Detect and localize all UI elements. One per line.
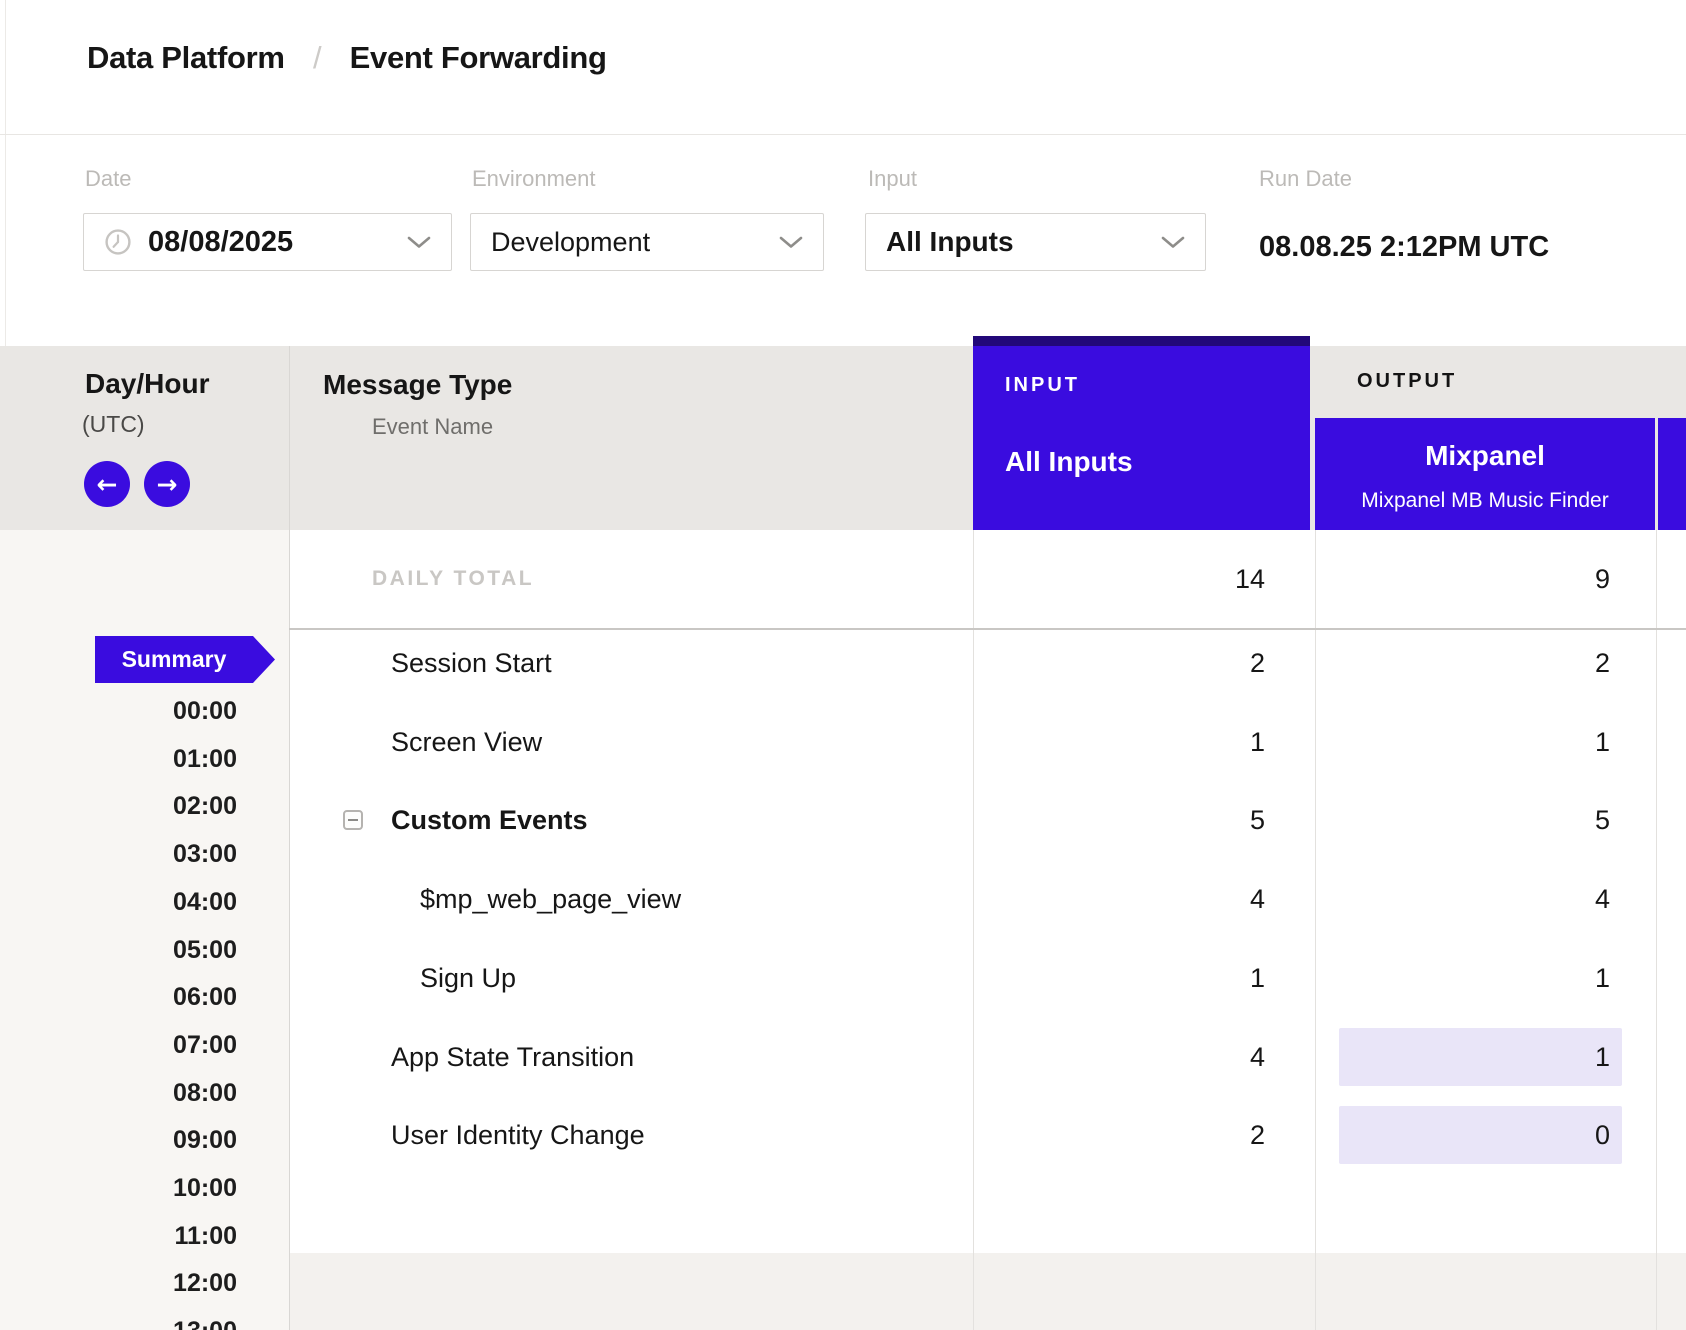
table-row-label: Screen View [391,727,542,758]
input-section-label: INPUT [1005,374,1080,397]
output-cell-value: 4 [1315,884,1610,915]
input-cell-value: 2 [973,1120,1265,1151]
run-date-value: 08.08.25 2:12PM UTC [1259,231,1549,264]
input-cell-value: 4 [973,884,1265,915]
sidebar-divider [289,346,290,1330]
chevron-down-icon [407,236,431,249]
input-cell-value: 1 [973,727,1265,758]
sidebar-item-hour[interactable]: 01:00 [0,745,237,774]
daily-total-output-value: 9 [1315,564,1610,595]
sidebar-item-hour[interactable]: 03:00 [0,840,237,869]
table-row-label: Custom Events [391,805,588,836]
page-title: Event Forwarding [350,40,607,75]
table-row-label: App State Transition [391,1042,634,1073]
arrow-left-icon: ← [97,472,118,497]
sidebar-item-hour[interactable]: 04:00 [0,888,237,917]
date-filter-label: Date [85,166,131,192]
input-value: All Inputs [886,226,1014,258]
clock-icon [104,228,132,256]
daily-total-label: DAILY TOTAL [372,567,534,591]
input-cell-value: 4 [973,1042,1265,1073]
table-row-label: Session Start [391,648,552,679]
breadcrumb-separator: / [313,40,321,75]
next-day-button[interactable]: → [144,461,190,507]
sidebar-item-hour[interactable]: 05:00 [0,936,237,965]
output-cell-value: 5 [1315,805,1610,836]
sidebar-item-hour[interactable]: 11:00 [0,1222,237,1251]
environment-dropdown[interactable]: Development [470,213,824,271]
input-column-selected-strip [973,336,1310,346]
output-cell-value: 2 [1315,648,1610,679]
input-dropdown[interactable]: All Inputs [865,213,1206,271]
message-type-subtitle: Event Name [372,414,493,440]
output-column-subtitle: Mixpanel MB Music Finder [1315,489,1655,513]
sidebar-item-hour[interactable]: 02:00 [0,792,237,821]
environment-filter-label: Environment [472,166,596,192]
sidebar-item-hour[interactable]: 07:00 [0,1031,237,1060]
chevron-down-icon [1161,236,1185,249]
day-hour-title: Day/Hour [85,368,209,400]
date-dropdown[interactable]: 08/08/2025 [83,213,452,271]
run-date-label: Run Date [1259,166,1352,192]
output-cell-value: 0 [1315,1120,1610,1151]
chevron-down-icon [779,236,803,249]
next-output-column-border [1656,530,1657,1330]
output-section-label: OUTPUT [1357,370,1457,393]
output-column-next-partial[interactable] [1658,418,1686,530]
input-cell-value: 5 [973,805,1265,836]
output-cell-value: 1 [1315,963,1610,994]
sidebar-item-hour[interactable]: 13:00 [0,1317,237,1330]
date-value: 08/08/2025 [148,226,293,259]
output-cell-value: 1 [1315,1042,1610,1073]
table-footer-band [290,1253,1686,1330]
input-cell-value: 2 [973,648,1265,679]
input-column-header[interactable]: INPUT All Inputs [973,336,1310,530]
sidebar-item-hour[interactable]: 06:00 [0,983,237,1012]
day-hour-subtitle: (UTC) [82,411,145,438]
header-divider [0,134,1686,135]
output-cell-value: 1 [1315,727,1610,758]
daily-total-divider [289,628,1686,630]
arrow-right-icon: → [157,472,178,497]
breadcrumb-parent-link[interactable]: Data Platform [87,40,285,75]
message-type-title: Message Type [323,369,512,401]
input-cell-value: 1 [973,963,1265,994]
collapse-toggle-icon[interactable] [343,810,363,830]
output-column-header[interactable]: Mixpanel Mixpanel MB Music Finder [1315,418,1655,530]
output-column-name: Mixpanel [1315,440,1655,472]
sidebar-item-hour[interactable]: 12:00 [0,1269,237,1298]
summary-label: Summary [95,636,253,683]
sidebar-item-hour[interactable]: 00:00 [0,697,237,726]
environment-value: Development [491,227,650,258]
table-row-label: Sign Up [420,963,516,994]
sidebar-item-hour[interactable]: 09:00 [0,1126,237,1155]
daily-total-input-value: 14 [973,564,1265,595]
table-row-label: User Identity Change [391,1120,645,1151]
sidebar-item-summary[interactable]: Summary [95,636,275,683]
input-filter-label: Input [868,166,917,192]
input-column-name: All Inputs [1005,446,1133,478]
previous-day-button[interactable]: ← [84,461,130,507]
sidebar-item-hour[interactable]: 10:00 [0,1174,237,1203]
sidebar-item-hour[interactable]: 08:00 [0,1079,237,1108]
breadcrumb: Data Platform / Event Forwarding [87,40,607,76]
event-forwarding-page: Data Platform / Event Forwarding Date En… [0,0,1686,1330]
table-row-label: $mp_web_page_view [420,884,681,915]
